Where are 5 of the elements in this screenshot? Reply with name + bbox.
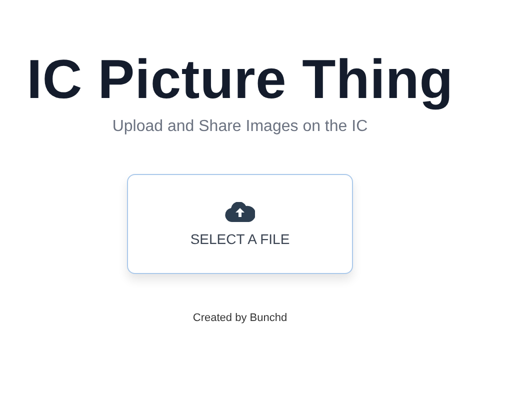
page-subtitle: Upload and Share Images on the IC [112, 118, 368, 136]
credit-text: Created by Bunchd [192, 312, 288, 324]
page-title: IC Picture Thing [26, 47, 454, 112]
cloud-upload-icon [225, 202, 255, 222]
select-file-button[interactable]: SELECT A FILE [127, 174, 353, 274]
